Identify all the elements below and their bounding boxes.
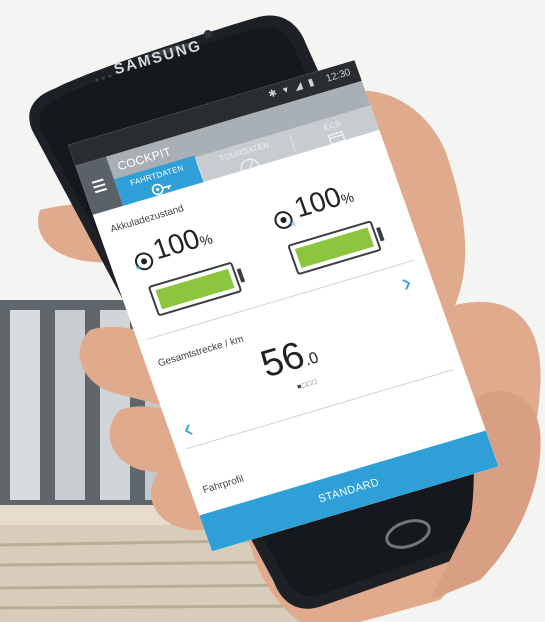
battery-right-gauge — [287, 220, 385, 276]
battery-right-fill — [294, 227, 375, 268]
page-indicator: ■□□□ — [296, 378, 319, 391]
status-time: 12:30 — [324, 67, 353, 85]
chevron-left-icon[interactable]: ‹ — [179, 413, 197, 444]
chevron-right-icon[interactable]: › — [397, 266, 415, 297]
battery-left-gauge — [147, 261, 246, 317]
battery-left-percent: 100% — [149, 219, 216, 266]
battery-terminal — [236, 268, 246, 283]
battery-left-value: 100 — [148, 222, 204, 266]
battery-right-value: 100 — [290, 180, 346, 224]
profile-section-label: Fahrprofil — [201, 473, 246, 496]
battery-right-percent: 100% — [290, 177, 357, 224]
section-divider — [186, 369, 454, 450]
distance-section-label: Gesamtstrecke / km — [156, 333, 246, 370]
battery-left-fill — [155, 268, 235, 310]
front-camera — [204, 30, 212, 38]
svg-text:R: R — [290, 221, 297, 229]
distance-integer: 56 — [255, 334, 310, 387]
menu-icon-bar — [94, 187, 108, 194]
battery-terminal — [376, 226, 385, 242]
